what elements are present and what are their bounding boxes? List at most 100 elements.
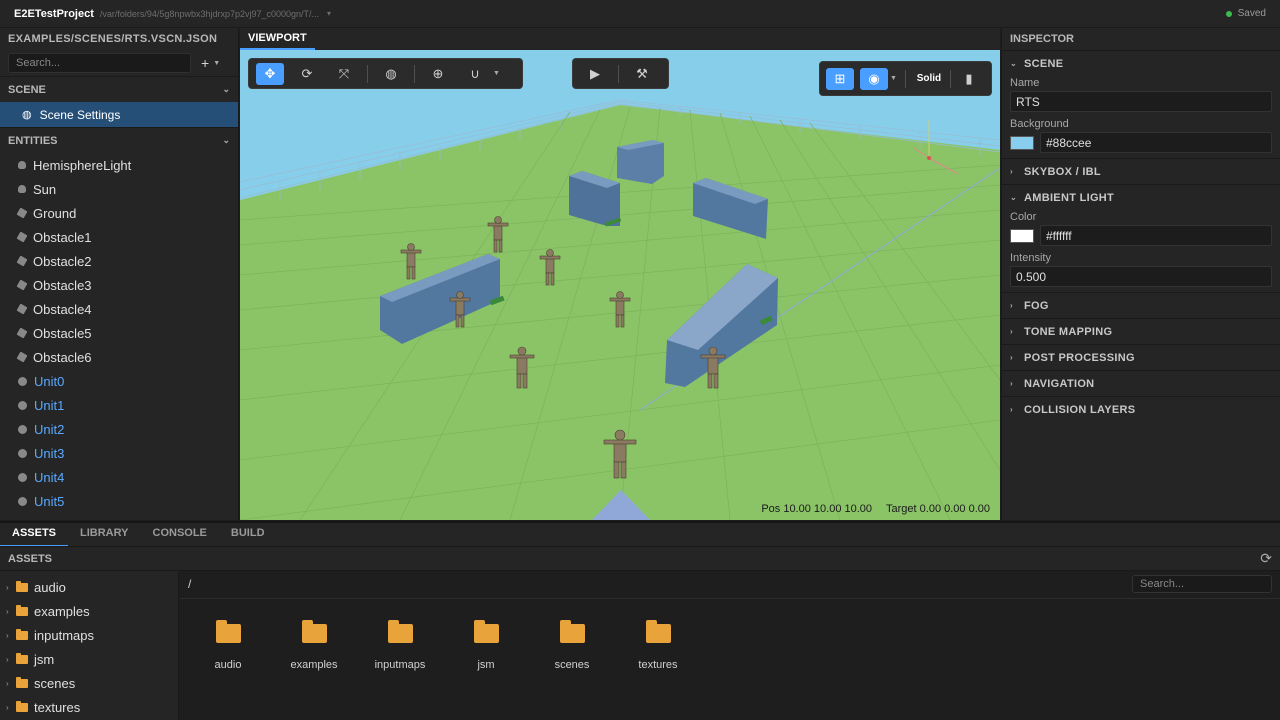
scene-render[interactable]	[240, 50, 1000, 520]
asset-breadcrumb[interactable]: /	[188, 577, 191, 591]
snap-options-chevron-icon[interactable]: ▼	[493, 70, 500, 77]
entity-item[interactable]: Sun	[0, 177, 238, 201]
entity-item[interactable]: Ground	[0, 201, 238, 225]
scene-section-label: SCENE	[1024, 57, 1064, 70]
asset-search-input[interactable]: Search...	[1132, 575, 1272, 593]
entity-item[interactable]: Unit0	[0, 369, 238, 393]
folder-grid-item[interactable]: jsm	[443, 620, 529, 671]
tab-library[interactable]: LIBRARY	[68, 522, 140, 547]
project-path[interactable]: /var/folders/94/5g8npwbx3hjdrxp7p2vj97_c…	[100, 9, 319, 19]
skybox-section-header[interactable]: › SKYBOX / IBL	[1002, 159, 1280, 184]
scale-tool-button[interactable]: ⤧	[330, 63, 358, 85]
background-color-swatch[interactable]	[1010, 135, 1034, 150]
stats-button[interactable]: ▮	[955, 68, 983, 90]
folder-grid-item[interactable]: audio	[185, 620, 271, 671]
entity-item[interactable]: Unit4	[0, 465, 238, 489]
chevron-right-icon[interactable]: ›	[6, 703, 16, 712]
rotate-tool-button[interactable]: ⟳	[293, 63, 321, 85]
folder-icon	[473, 620, 499, 643]
shading-mode-button[interactable]: Solid	[912, 68, 946, 90]
ambient-color-field[interactable]: #ffffff	[1040, 225, 1272, 246]
scene-section-header[interactable]: SCENE ⌄	[0, 76, 238, 102]
folder-tree-item[interactable]: › audio	[0, 575, 178, 599]
entity-item[interactable]: Unit1	[0, 393, 238, 417]
chevron-down-icon: ⌄	[222, 135, 230, 145]
entity-item[interactable]: HemisphereLight	[0, 153, 238, 177]
scene-settings-item[interactable]: ◍ Scene Settings	[0, 102, 238, 127]
entity-item[interactable]: Obstacle3	[0, 273, 238, 297]
entities-section-header[interactable]: ENTITIES ⌄	[0, 127, 238, 153]
folder-grid-item[interactable]: scenes	[529, 620, 615, 671]
inspector-section-header[interactable]: › FOG	[1002, 293, 1280, 318]
build-button[interactable]: ⚒	[628, 63, 656, 85]
scale-icon: ⤧	[338, 65, 350, 81]
intensity-field[interactable]: 0.500	[1010, 266, 1272, 287]
add-entity-button[interactable]: + ▼	[201, 55, 220, 71]
folder-icon	[559, 620, 585, 643]
entity-item[interactable]: Obstacle6	[0, 345, 238, 369]
folder-tree-item[interactable]: › textures	[0, 695, 178, 719]
chevron-down-icon[interactable]: ▾	[327, 9, 331, 18]
chevron-right-icon[interactable]: ›	[6, 583, 16, 592]
entity-item[interactable]: Obstacle5	[0, 321, 238, 345]
entity-label: Obstacle1	[33, 229, 92, 245]
ambient-color-swatch[interactable]	[1010, 228, 1034, 243]
move-tool-button[interactable]: ✥	[256, 62, 284, 85]
entity-item[interactable]: Obstacle2	[0, 249, 238, 273]
chevron-right-icon: ›	[1010, 301, 1013, 310]
folder-grid-item[interactable]: examples	[271, 620, 357, 671]
inspector-section-header[interactable]: › NAVIGATION	[1002, 371, 1280, 396]
cube-icon	[16, 351, 28, 363]
grid-toggle-button[interactable]: ⊞	[826, 67, 854, 90]
obstacle-1[interactable]	[617, 140, 664, 184]
name-field[interactable]: RTS	[1010, 91, 1272, 112]
entity-search-input[interactable]: Search...	[8, 53, 191, 73]
tab-assets[interactable]: ASSETS	[0, 522, 69, 547]
circle-icon	[18, 472, 27, 482]
entity-item[interactable]: Unit3	[0, 441, 238, 465]
hierarchy-panel: EXAMPLES/SCENES/RTS.VSCN.JSON Search... …	[0, 28, 239, 520]
entity-item[interactable]: Unit2	[0, 417, 238, 441]
eye-icon: ◉	[868, 70, 880, 86]
folder-icon	[16, 652, 28, 664]
chevron-right-icon[interactable]: ›	[6, 655, 16, 664]
play-button[interactable]: ▶	[581, 63, 609, 85]
camera-position: Pos 10.00 10.00 10.00	[761, 503, 873, 515]
chevron-right-icon: ›	[1010, 167, 1013, 176]
chevron-right-icon[interactable]: ›	[6, 631, 16, 640]
entity-item[interactable]: Obstacle4	[0, 297, 238, 321]
viewport-canvas[interactable]: ✥ ⟳ ⤧ ◍ ⊕ ∪ ▼ ▶ ⚒ ⊞ ◉ ▼ Solid ▮ Pos 10.0…	[240, 50, 1000, 520]
tab-viewport[interactable]: VIEWPORT	[240, 28, 315, 50]
inspector-section-header[interactable]: › POST PROCESSING	[1002, 345, 1280, 370]
folder-tree-label: jsm	[34, 651, 55, 667]
chevron-right-icon[interactable]: ›	[6, 607, 16, 616]
inspector-section-label: FOG	[1024, 299, 1049, 312]
magnet-icon: ∪	[470, 65, 480, 81]
world-space-button[interactable]: ◍	[377, 63, 405, 85]
refresh-icon[interactable]: ⟳	[1260, 550, 1272, 567]
camera-target: Target 0.00 0.00 0.00	[886, 503, 990, 515]
entity-item[interactable]: Obstacle1	[0, 225, 238, 249]
cube-icon	[16, 207, 28, 219]
folder-tree-item[interactable]: › jsm	[0, 647, 178, 671]
inspector-section-header[interactable]: › TONE MAPPING	[1002, 319, 1280, 344]
background-color-field[interactable]: #88ccee	[1040, 132, 1272, 153]
snap-button[interactable]: ∪	[461, 63, 489, 85]
folder-grid-item[interactable]: inputmaps	[357, 620, 443, 671]
folder-tree-item[interactable]: › scenes	[0, 671, 178, 695]
folder-tree-item[interactable]: › inputmaps	[0, 623, 178, 647]
tab-console[interactable]: CONSOLE	[141, 522, 219, 547]
visibility-button[interactable]: ◉	[860, 67, 888, 90]
cube-icon	[16, 303, 28, 315]
chevron-right-icon[interactable]: ›	[6, 679, 16, 688]
ambient-light-section-header[interactable]: ⌄ AMBIENT LIGHT	[1002, 185, 1280, 210]
entity-item[interactable]: Unit5	[0, 489, 238, 513]
folder-tree-item[interactable]: › examples	[0, 599, 178, 623]
scene-file-title: EXAMPLES/SCENES/RTS.VSCN.JSON	[8, 33, 218, 45]
folder-grid-item[interactable]: textures	[615, 620, 701, 671]
pivot-button[interactable]: ⊕	[424, 63, 452, 85]
visibility-chevron-icon[interactable]: ▼	[890, 75, 897, 82]
scene-section-header[interactable]: ⌄ SCENE	[1002, 51, 1280, 76]
tab-build[interactable]: BUILD	[219, 522, 277, 547]
inspector-section-header[interactable]: › COLLISION LAYERS	[1002, 397, 1280, 422]
